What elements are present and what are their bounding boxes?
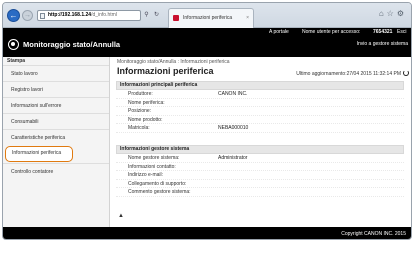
row-value: Administrator bbox=[218, 155, 248, 161]
row-label: Nome gestore sistema: bbox=[128, 155, 180, 161]
send-to-admin-link[interactable]: Invio a gestore sistema bbox=[357, 41, 408, 47]
app-header: A portale Nome utente per accesso: 76543… bbox=[3, 28, 411, 57]
browser-tab[interactable]: Informazioni periferica × bbox=[168, 8, 254, 28]
favicon-icon bbox=[173, 15, 179, 21]
row-label: Informazioni contatto: bbox=[128, 163, 176, 170]
row-label: Produttore: bbox=[128, 91, 153, 97]
row-value: CANON INC. bbox=[218, 91, 248, 97]
row-label: Collegamento di supporto: bbox=[128, 180, 187, 187]
page-top-arrow-icon[interactable]: ▲ bbox=[118, 213, 124, 219]
info-row: Nome gestore sistema: Administrator bbox=[116, 154, 404, 163]
sidebar-item-consumabili[interactable]: Consumabili bbox=[3, 113, 109, 129]
user-value: 7654321 bbox=[373, 29, 393, 35]
row-label: Matricola: bbox=[128, 125, 150, 131]
sidebar-item-informazioni-periferica[interactable]: Informazioni periferica bbox=[5, 146, 73, 162]
address-bar[interactable]: http://192.168.1.24/d_info.html bbox=[37, 10, 141, 21]
address-host: http://192.168.1.24 bbox=[48, 12, 92, 18]
copyright: Copyright CANON INC. 2015 bbox=[341, 231, 406, 237]
reload-icon[interactable]: ↻ bbox=[152, 10, 161, 21]
close-tab-icon[interactable]: × bbox=[246, 9, 249, 27]
portal-link[interactable]: A portale bbox=[269, 28, 289, 37]
last-update: Ultimo aggiornamento:27/04 2015 11:32:14… bbox=[296, 70, 409, 77]
forward-arrow-icon[interactable]: → bbox=[22, 10, 33, 21]
page-icon bbox=[40, 13, 45, 19]
main-content: Monitoraggio stato/Annulla : Informazion… bbox=[111, 57, 411, 227]
sidebar-item-stato-lavoro[interactable]: Stato lavoro bbox=[3, 65, 109, 81]
breadcrumb: Monitoraggio stato/Annulla : Informazion… bbox=[117, 59, 230, 65]
footer: Copyright CANON INC. 2015 bbox=[3, 227, 411, 239]
sidebar-item-informazioni-errore[interactable]: Informazioni sull'errore bbox=[3, 97, 109, 113]
search-icon[interactable]: ⚲ bbox=[142, 10, 151, 21]
sidebar-item-registro-lavori[interactable]: Registro lavori bbox=[3, 81, 109, 97]
row-label: Nome prodotto: bbox=[128, 116, 163, 123]
browser-chrome: ← → http://192.168.1.24/d_info.html ⚲ ↻ … bbox=[3, 3, 411, 28]
sidebar-heading: Stampa bbox=[7, 58, 26, 64]
refresh-icon[interactable] bbox=[403, 70, 409, 76]
row-label: Posizione: bbox=[128, 108, 152, 114]
browser-toolbar-icons[interactable]: ⌂☆⚙ bbox=[379, 9, 407, 18]
sidebar: Stampa Stato lavoro Registro lavori Info… bbox=[3, 57, 110, 227]
sidebar-item-controllo-contatore[interactable]: Controllo contatore bbox=[3, 163, 109, 179]
info-row: Informazioni contatto: bbox=[116, 163, 404, 171]
info-row: Matricola: NEBA000010 bbox=[116, 124, 404, 133]
info-row: Nome periferica: bbox=[116, 99, 404, 107]
browser-window: ← → http://192.168.1.24/d_info.html ⚲ ↻ … bbox=[2, 2, 412, 240]
info-row: Posizione: bbox=[116, 107, 404, 116]
info-row: Collegamento di supporto: bbox=[116, 180, 404, 188]
info-row: Indirizzo e-mail: bbox=[116, 171, 404, 180]
monitor-logo-icon bbox=[8, 39, 19, 50]
back-arrow-icon[interactable]: ← bbox=[7, 9, 20, 22]
page-title: Informazioni periferica bbox=[117, 66, 214, 76]
last-update-text: Ultimo aggiornamento:27/04 2015 11:32:14… bbox=[296, 71, 401, 77]
logout-link[interactable]: Esci bbox=[397, 28, 406, 37]
row-label: Indirizzo e-mail: bbox=[128, 172, 164, 178]
app-title: Monitoraggio stato/Annulla bbox=[23, 40, 121, 49]
address-path: /d_info.html bbox=[91, 12, 117, 18]
row-label: Commento gestore sistema: bbox=[128, 189, 191, 195]
section-header: Informazioni gestore sistema bbox=[116, 145, 404, 154]
admin-info-section: Informazioni gestore sistema Nome gestor… bbox=[116, 145, 404, 197]
info-row: Produttore: CANON INC. bbox=[116, 90, 404, 99]
info-row: Nome prodotto: bbox=[116, 116, 404, 124]
device-info-section: Informazioni principali periferica Produ… bbox=[116, 81, 404, 133]
info-row: Commento gestore sistema: bbox=[116, 188, 404, 197]
sidebar-item-caratteristiche[interactable]: Caratteristiche periferica bbox=[3, 129, 109, 145]
section-header: Informazioni principali periferica bbox=[116, 81, 404, 90]
tab-label: Informazioni periferica bbox=[183, 15, 233, 21]
row-label: Nome periferica: bbox=[128, 99, 165, 106]
row-value: NEBA000010 bbox=[218, 125, 249, 131]
topbar: A portale Nome utente per accesso: 76543… bbox=[3, 28, 411, 37]
user-label: Nome utente per accesso: bbox=[302, 29, 361, 35]
